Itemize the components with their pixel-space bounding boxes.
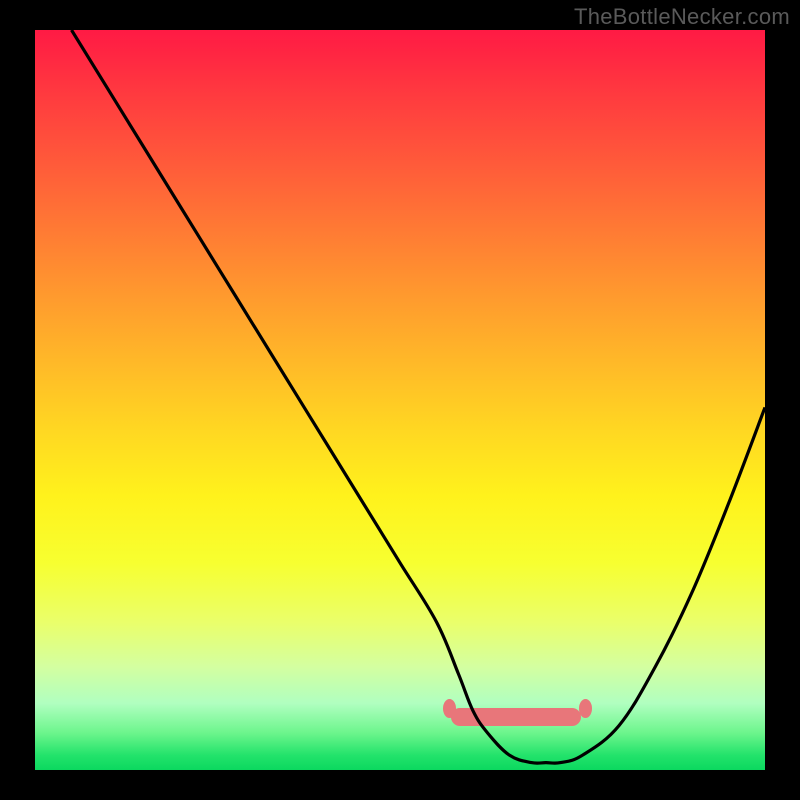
watermark-text: TheBottleNecker.com [574, 4, 790, 30]
plot-area [35, 30, 765, 770]
curve-path [72, 30, 766, 763]
chart-frame: TheBottleNecker.com [0, 0, 800, 800]
bottleneck-curve [35, 30, 765, 770]
